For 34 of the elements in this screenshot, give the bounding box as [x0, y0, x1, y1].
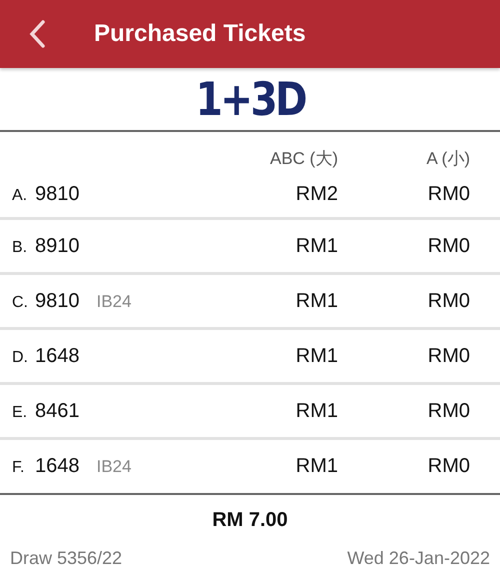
page-title: Purchased Tickets: [94, 20, 306, 48]
bet-amount: RM0: [426, 400, 470, 422]
bet-amount: RM0: [426, 455, 470, 478]
row-letter: A.: [12, 187, 28, 205]
row-letter: C.: [12, 294, 29, 312]
row-letter: E.: [12, 404, 28, 422]
bet-amount: RM0: [426, 344, 470, 368]
game-logo: 1+3D: [195, 72, 305, 126]
bet-amount: RM2: [294, 183, 338, 206]
bet-amount: RM1: [294, 234, 338, 258]
column-header: ABC (大): [269, 148, 338, 170]
row-letter: F.: [12, 459, 26, 477]
row-letter: B.: [12, 238, 28, 256]
ticket-number: 8910: [35, 234, 80, 258]
bet-amount: RM1: [294, 455, 338, 478]
back-icon[interactable]: [28, 20, 46, 48]
column-header: A (小): [426, 148, 470, 170]
ticket-number: 9810: [35, 290, 80, 312]
draw-number: Draw 5356/22: [10, 548, 122, 569]
bet-amount: RM0: [426, 290, 470, 312]
ticket-number: 9810: [35, 183, 80, 206]
ticket-number: 1648: [35, 344, 80, 368]
ticket-tag: IB24: [96, 457, 132, 477]
ticket-tag: IB24: [96, 292, 132, 312]
row-letter: D.: [12, 348, 29, 366]
ticket-number: 8461: [35, 400, 80, 422]
total-amount: RM 7.00: [211, 509, 289, 532]
draw-date: Wed 26-Jan-2022: [347, 548, 490, 569]
bet-amount: RM0: [426, 183, 470, 206]
bet-amount: RM0: [426, 234, 470, 258]
bet-amount: RM1: [294, 344, 338, 368]
bet-amount: RM1: [294, 290, 338, 312]
ticket-number: 1648: [35, 455, 80, 478]
bet-amount: RM1: [294, 400, 338, 422]
